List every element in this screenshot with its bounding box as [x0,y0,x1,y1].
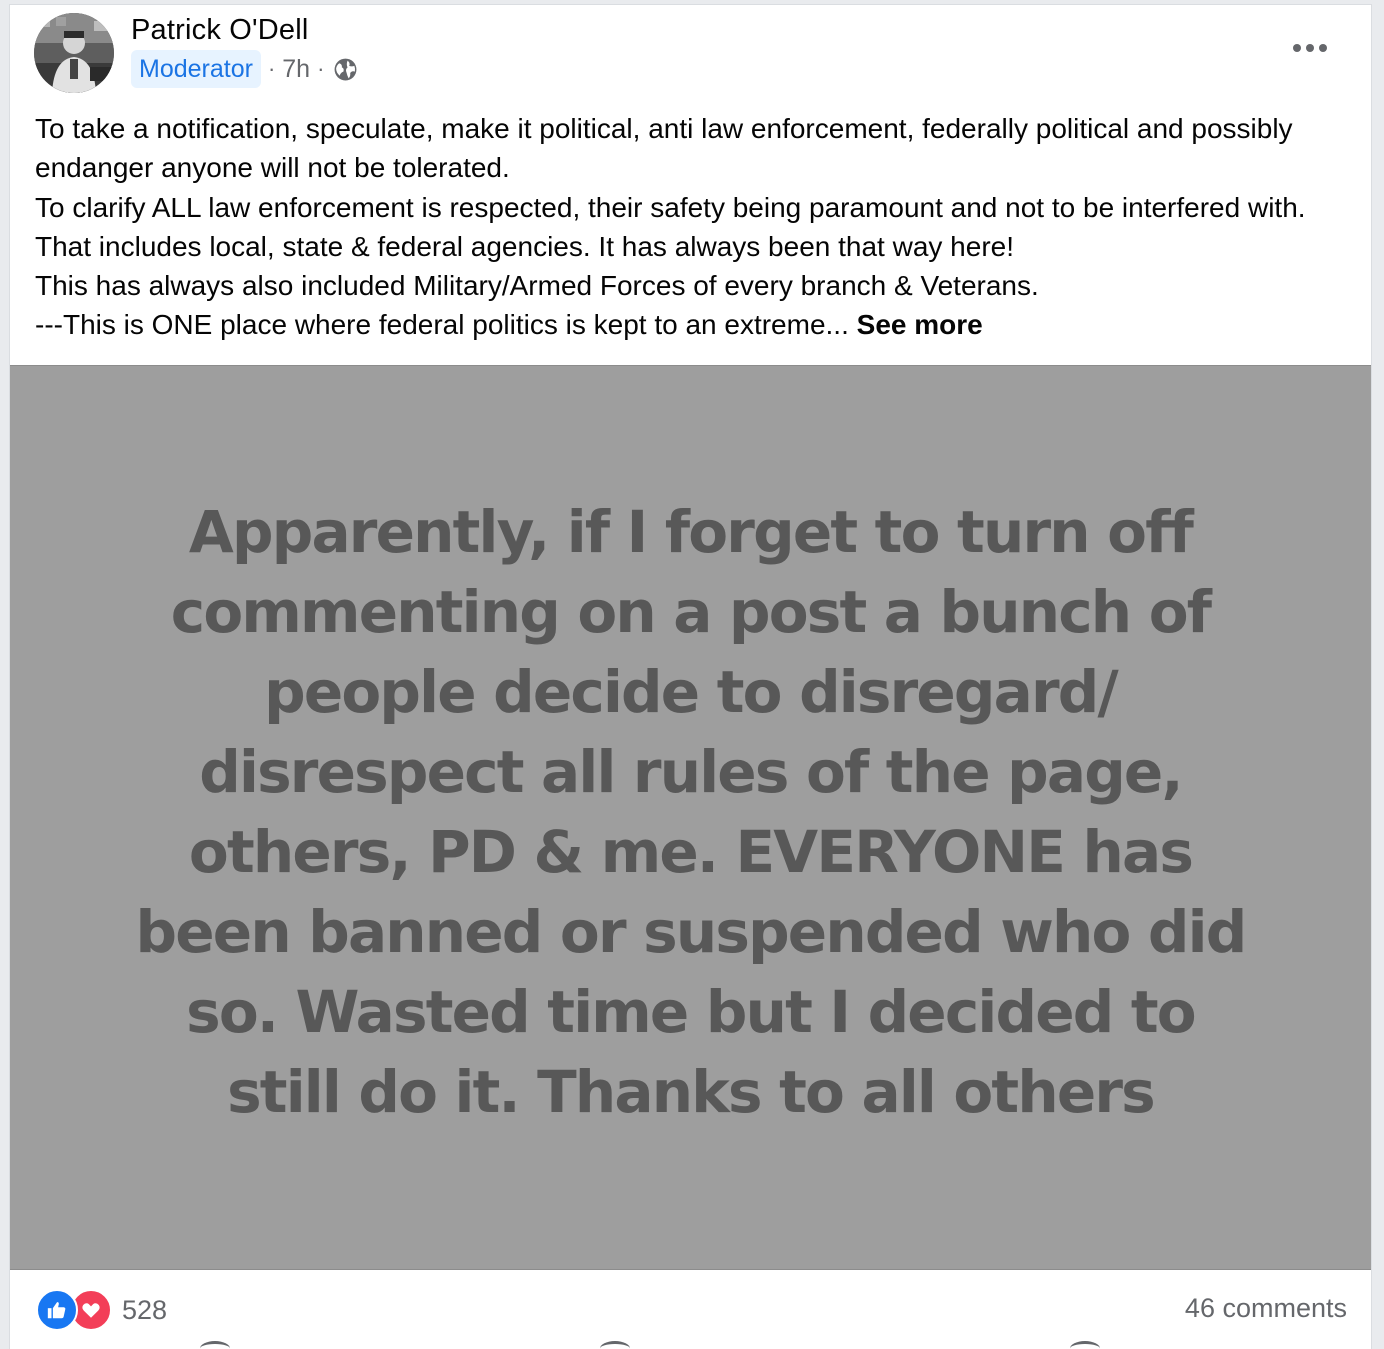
post-image[interactable]: Apparently, if I forget to turn off comm… [10,365,1371,1270]
post-body-text: To take a notification, speculate, make … [35,109,1355,345]
post-meta: Moderator · 7h · [131,49,358,89]
post-text-line: This has always also included Military/A… [35,270,1039,302]
post-card: Patrick O'Dell Moderator · 7h · To take … [9,4,1372,1349]
globe-icon[interactable] [333,57,358,82]
meta-separator: · [267,56,276,81]
reaction-count: 528 [122,1294,168,1325]
avatar-image [34,13,114,93]
post-image-text: Apparently, if I forget to turn off comm… [135,498,1248,1126]
avatar[interactable] [34,13,114,93]
author-name[interactable]: Patrick O'Dell [131,14,309,47]
post-text-line-last: ---This is ONE place where federal polit… [35,305,1355,344]
post-header: Patrick O'Dell Moderator · 7h · [10,5,1371,105]
post-text-line: To take a notification, speculate, make … [35,113,1293,184]
moderator-badge[interactable]: Moderator [131,50,261,88]
more-options-button[interactable] [1285,31,1335,65]
reactions-summary[interactable]: 528 [36,1289,167,1331]
see-more-link[interactable]: See more [857,309,983,340]
like-icon [36,1289,78,1331]
comments-count[interactable]: 46 comments [1185,1293,1347,1324]
more-options-icon [1293,44,1327,52]
post-time[interactable]: 7h [282,55,310,84]
post-text-line: To clarify ALL law enforcement is respec… [35,191,1306,262]
post-text-line: ---This is ONE place where federal polit… [35,309,849,341]
meta-separator: · [317,56,325,81]
post-footer: 528 46 comments [10,1269,1371,1349]
